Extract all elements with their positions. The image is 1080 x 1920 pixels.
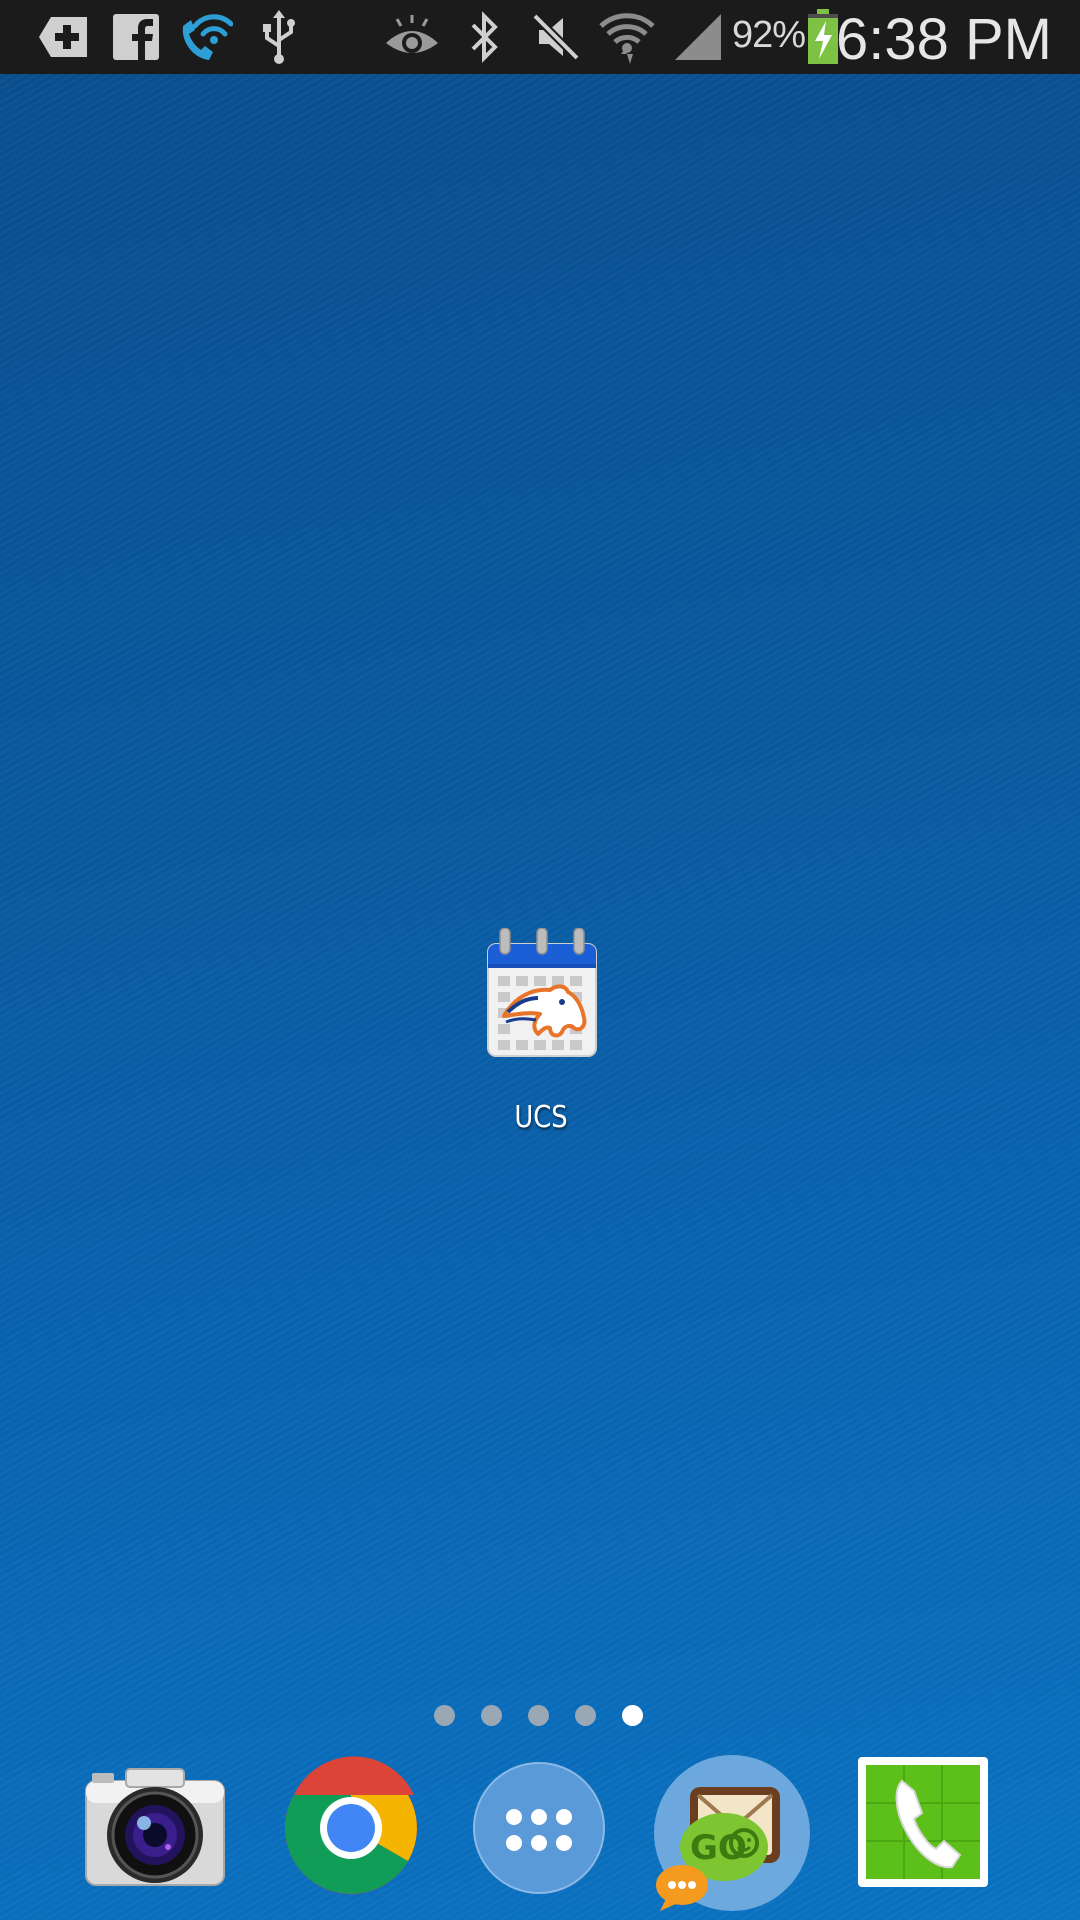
bluetooth-icon bbox=[464, 8, 504, 66]
apps-dock-button[interactable] bbox=[466, 1755, 612, 1901]
page-dot-4[interactable] bbox=[575, 1705, 596, 1726]
wifi-calling-icon bbox=[178, 8, 234, 66]
camera-dock-button[interactable] bbox=[82, 1755, 228, 1901]
wifi-signal-icon bbox=[598, 8, 656, 66]
usb-icon bbox=[256, 8, 302, 66]
cellular-signal-icon bbox=[672, 8, 724, 66]
apps-grid-icon bbox=[473, 1762, 605, 1894]
ucs-calendar-mustang-icon bbox=[484, 927, 600, 1065]
page-indicator[interactable] bbox=[434, 1703, 654, 1727]
phone-icon bbox=[858, 1757, 988, 1887]
sound-muted-icon bbox=[530, 8, 582, 66]
smart-stay-eye-icon bbox=[382, 8, 442, 66]
phone-dock-button[interactable] bbox=[856, 1755, 990, 1901]
ucs-app-label: UCS bbox=[514, 1100, 568, 1135]
page-dot-3[interactable] bbox=[528, 1705, 549, 1726]
battery-percent: 92% bbox=[732, 14, 806, 56]
go-sms-dock-button[interactable]: GO bbox=[652, 1755, 812, 1911]
chrome-dock-button[interactable] bbox=[278, 1755, 424, 1901]
page-dot-1[interactable] bbox=[434, 1705, 455, 1726]
ucs-app-shortcut[interactable]: UCS bbox=[466, 922, 616, 1152]
status-bar[interactable]: 92% 6:38 PM bbox=[0, 0, 1080, 74]
go-sms-icon: GO bbox=[654, 1755, 810, 1911]
chrome-icon bbox=[285, 1756, 417, 1894]
add-notification-icon bbox=[34, 8, 94, 66]
page-dot-2[interactable] bbox=[481, 1705, 502, 1726]
facebook-icon bbox=[110, 8, 162, 66]
page-dot-5-active[interactable] bbox=[622, 1705, 643, 1726]
camera-icon bbox=[85, 1768, 225, 1886]
clock: 6:38 PM bbox=[836, 7, 1052, 72]
